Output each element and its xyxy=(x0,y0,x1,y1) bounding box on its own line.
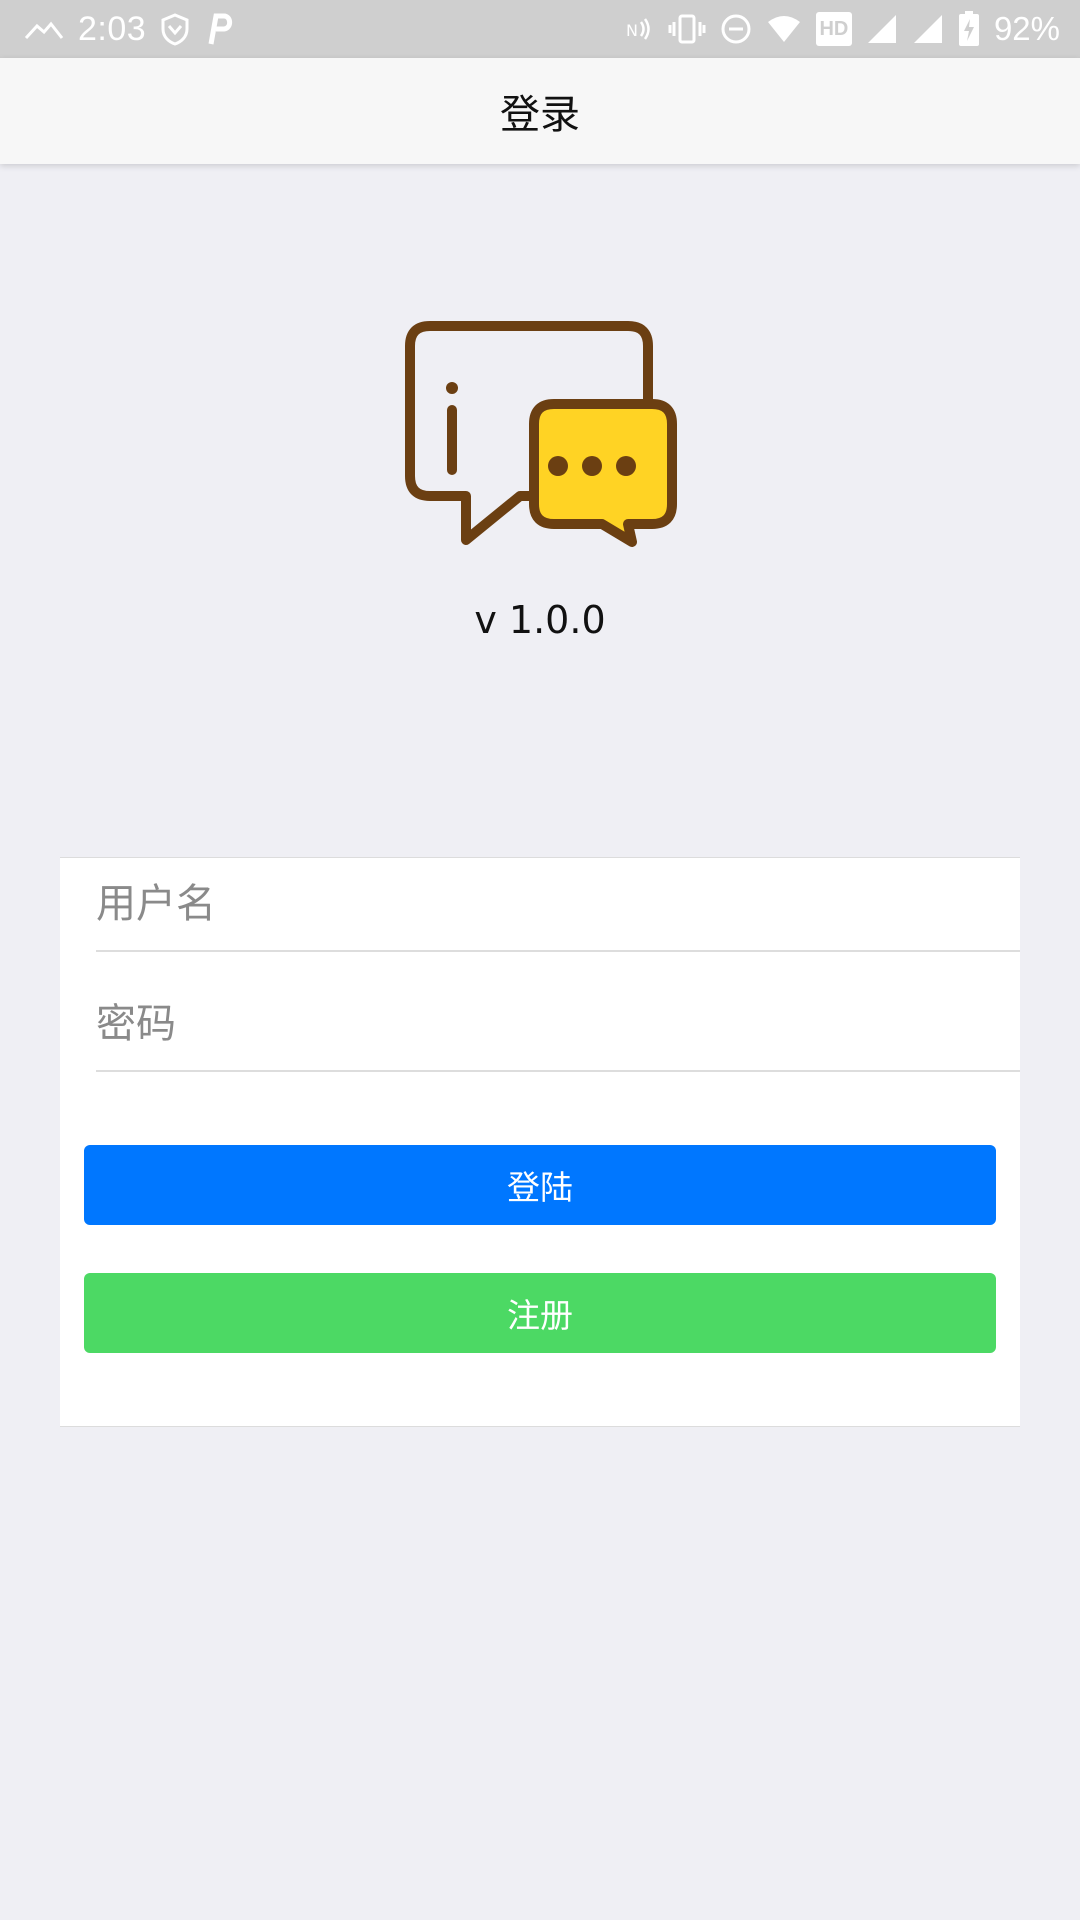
shield-icon xyxy=(160,12,190,46)
signal-icon xyxy=(912,13,944,45)
signal-icon xyxy=(866,13,898,45)
nfc-icon: N xyxy=(624,14,654,44)
p-app-icon xyxy=(204,12,234,46)
do-not-disturb-icon xyxy=(720,13,752,45)
status-time: 2:03 xyxy=(78,9,147,48)
password-input[interactable] xyxy=(96,1001,1020,1047)
nav-bar: 登录 xyxy=(0,58,1080,164)
password-field-row xyxy=(96,978,1020,1072)
register-button[interactable]: 注册 xyxy=(84,1273,996,1353)
wifi-icon xyxy=(766,14,802,44)
battery-charging-icon xyxy=(958,11,980,47)
username-input[interactable] xyxy=(96,881,1020,927)
hd-icon: HD xyxy=(815,12,852,46)
login-form: 登陆 注册 xyxy=(60,857,1020,1427)
login-button[interactable]: 登陆 xyxy=(84,1145,996,1225)
notification-mountain-icon xyxy=(24,14,64,44)
app-version: v 1.0.0 xyxy=(474,598,606,642)
battery-percent: 92% xyxy=(993,10,1060,47)
svg-text:N: N xyxy=(626,21,638,40)
username-field-row xyxy=(96,858,1020,952)
page-title: 登录 xyxy=(500,92,580,138)
status-bar: 2:03 N HD 92% xyxy=(0,0,1080,58)
chat-bubbles-logo-icon xyxy=(400,318,680,558)
vibrate-icon xyxy=(668,14,706,44)
